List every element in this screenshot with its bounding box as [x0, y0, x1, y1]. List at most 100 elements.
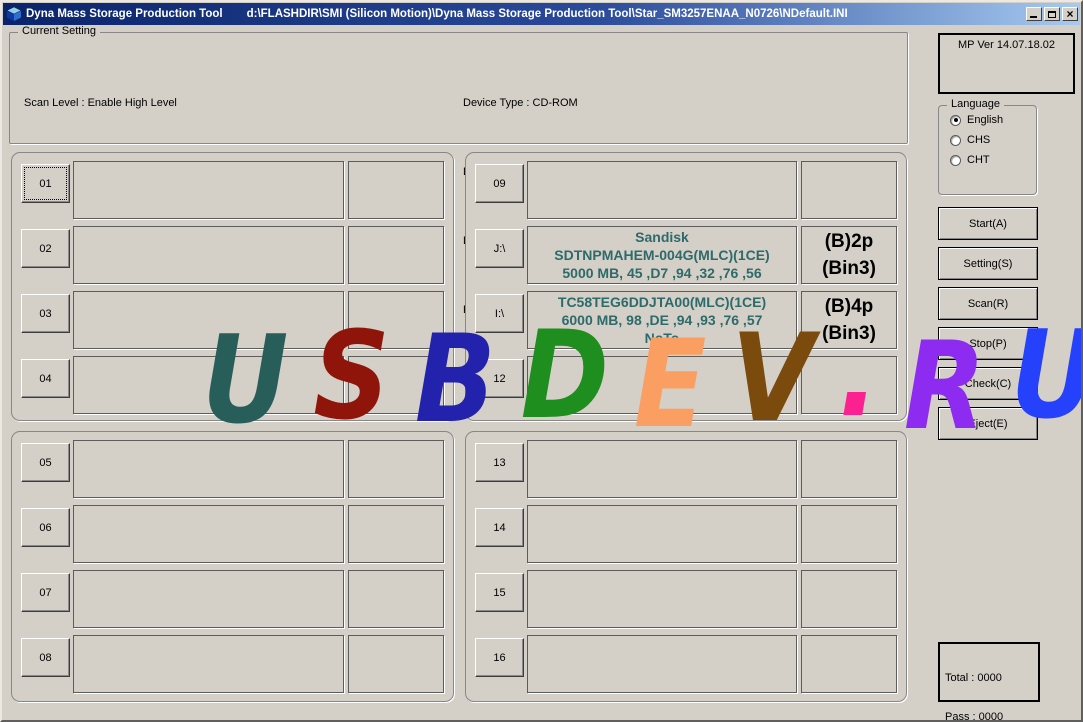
- port-row-02: 02: [21, 226, 444, 284]
- device-type-value: Device Type : CD-ROM: [463, 97, 578, 109]
- port-button-02[interactable]: 02: [21, 229, 70, 268]
- port-info-box-02: [73, 226, 344, 284]
- port-row-09: 09: [475, 161, 897, 219]
- port-row-15: 15: [475, 570, 897, 628]
- app-window: Dyna Mass Storage Production Tool d:\FLA…: [0, 0, 1083, 722]
- port-row-16: 16: [475, 635, 897, 693]
- window-title: Dyna Mass Storage Production Tool: [26, 8, 223, 20]
- port-status-box-09: [801, 161, 897, 219]
- port-row-04: 04: [21, 356, 444, 414]
- port-status-box-01: [348, 161, 444, 219]
- mp-version-box: MP Ver 14.07.18.02: [938, 33, 1075, 94]
- radio-chs-label: CHS: [967, 134, 991, 146]
- port-status-box-12: [801, 356, 897, 414]
- port-status-box-j: (B)2p (Bin3): [801, 226, 897, 284]
- port-info-box-06: [73, 505, 344, 563]
- eject-button[interactable]: Eject(E): [938, 407, 1038, 440]
- radio-cht-label: CHT: [967, 154, 990, 166]
- maximize-icon: [1048, 10, 1056, 18]
- port-info-box-16: [527, 635, 797, 693]
- radio-circle-icon: [950, 114, 961, 126]
- port-row-06: 06: [21, 505, 444, 563]
- app-icon: [6, 6, 22, 21]
- radio-circle-icon: [950, 134, 961, 146]
- scan-level-value: Scan Level : Enable High Level: [24, 97, 177, 109]
- current-setting-group: Current Setting Scan Level : Enable High…: [9, 25, 908, 316]
- port-group-bottom-right: 13 14 15 16: [465, 431, 907, 702]
- port-button-16[interactable]: 16: [475, 638, 524, 677]
- radio-chs[interactable]: CHS: [950, 134, 1036, 146]
- radio-circle-icon: [950, 154, 961, 166]
- port-info-box-i: TC58TEG6DDJTA00(MLC)(1CE) 6000 MB, 98 ,DE…: [527, 291, 797, 349]
- pass-count: Pass : 0000: [945, 711, 1004, 722]
- port-button-14[interactable]: 14: [475, 508, 524, 547]
- setting-button[interactable]: Setting(S): [938, 247, 1038, 280]
- minimize-button[interactable]: [1026, 7, 1042, 21]
- port-button-15[interactable]: 15: [475, 573, 524, 612]
- port-button-07[interactable]: 07: [21, 573, 70, 612]
- port-status-box-14: [801, 505, 897, 563]
- port-button-12[interactable]: 12: [475, 359, 524, 398]
- port-group-bottom-left: 05 06 07 08: [11, 431, 454, 702]
- radio-english-label: English: [967, 114, 1004, 126]
- port-info-box-08: [73, 635, 344, 693]
- port-status-box-03: [348, 291, 444, 349]
- port-row-07: 07: [21, 570, 444, 628]
- port-row-01: 01: [21, 161, 444, 219]
- port-status-box-13: [801, 440, 897, 498]
- port-row-j: J:\ Sandisk SDTNPMAHEM-004G(MLC)(1CE) 5000…: [475, 226, 897, 284]
- port-row-13: 13: [475, 440, 897, 498]
- port-button-06[interactable]: 06: [21, 508, 70, 547]
- port-button-09[interactable]: 09: [475, 164, 524, 203]
- radio-cht[interactable]: CHT: [950, 154, 1036, 166]
- port-status-box-15: [801, 570, 897, 628]
- titlebar: Dyna Mass Storage Production Tool d:\FLA…: [3, 3, 1080, 25]
- scan-button[interactable]: Scan(R): [938, 287, 1038, 320]
- port-info-box-13: [527, 440, 797, 498]
- port-row-05: 05: [21, 440, 444, 498]
- language-group: Language English CHS CHT: [938, 98, 1037, 195]
- port-button-03[interactable]: 03: [21, 294, 70, 333]
- port-group-top-right: 09 J:\ Sandisk SDTNPMAHEM-004G(MLC)(1CE) 5…: [465, 152, 907, 421]
- language-legend: Language: [947, 98, 1004, 110]
- port-button-04[interactable]: 04: [21, 359, 70, 398]
- port-button-13[interactable]: 13: [475, 443, 524, 482]
- port-info-box-01: [73, 161, 344, 219]
- port-row-03: 03: [21, 291, 444, 349]
- port-button-05[interactable]: 05: [21, 443, 70, 482]
- close-button[interactable]: ×: [1062, 7, 1078, 21]
- totals-box: Total : 0000 Pass : 0000 Fail : 0000 Yie…: [938, 642, 1040, 720]
- port-status-box-04: [348, 356, 444, 414]
- port-row-14: 14: [475, 505, 897, 563]
- port-group-top-left: 01 02 03 04: [11, 152, 454, 421]
- port-status-box-16: [801, 635, 897, 693]
- port-info-box-12: [527, 356, 797, 414]
- port-info-box-15: [527, 570, 797, 628]
- check-button[interactable]: Check(C): [938, 367, 1038, 400]
- port-info-box-05: [73, 440, 344, 498]
- port-info-box-03: [73, 291, 344, 349]
- port-info-box-14: [527, 505, 797, 563]
- current-setting-legend: Current Setting: [18, 25, 100, 37]
- port-button-08[interactable]: 08: [21, 638, 70, 677]
- maximize-button[interactable]: [1044, 7, 1060, 21]
- port-status-box-02: [348, 226, 444, 284]
- port-button-j[interactable]: J:\: [475, 229, 524, 268]
- close-icon: ×: [1066, 7, 1074, 21]
- window-controls: ×: [1026, 7, 1078, 21]
- port-status-box-07: [348, 570, 444, 628]
- mp-version-text: MP Ver 14.07.18.02: [957, 39, 1056, 51]
- start-button[interactable]: Start(A): [938, 207, 1038, 240]
- port-button-01[interactable]: 01: [21, 164, 70, 203]
- stop-button[interactable]: Stop(P): [938, 327, 1038, 360]
- port-info-box-j: Sandisk SDTNPMAHEM-004G(MLC)(1CE) 5000 MB,…: [527, 226, 797, 284]
- port-status-box-08: [348, 635, 444, 693]
- port-row-i: I:\ TC58TEG6DDJTA00(MLC)(1CE) 6000 MB, 98…: [475, 291, 897, 349]
- window-ini-path: d:\FLASHDIR\SMI (Silicon Motion)\Dyna Ma…: [246, 8, 848, 20]
- port-info-box-09: [527, 161, 797, 219]
- port-status-box-06: [348, 505, 444, 563]
- port-button-i[interactable]: I:\: [475, 294, 524, 333]
- total-count: Total : 0000: [945, 672, 1002, 684]
- radio-english[interactable]: English: [950, 114, 1036, 126]
- port-row-08: 08: [21, 635, 444, 693]
